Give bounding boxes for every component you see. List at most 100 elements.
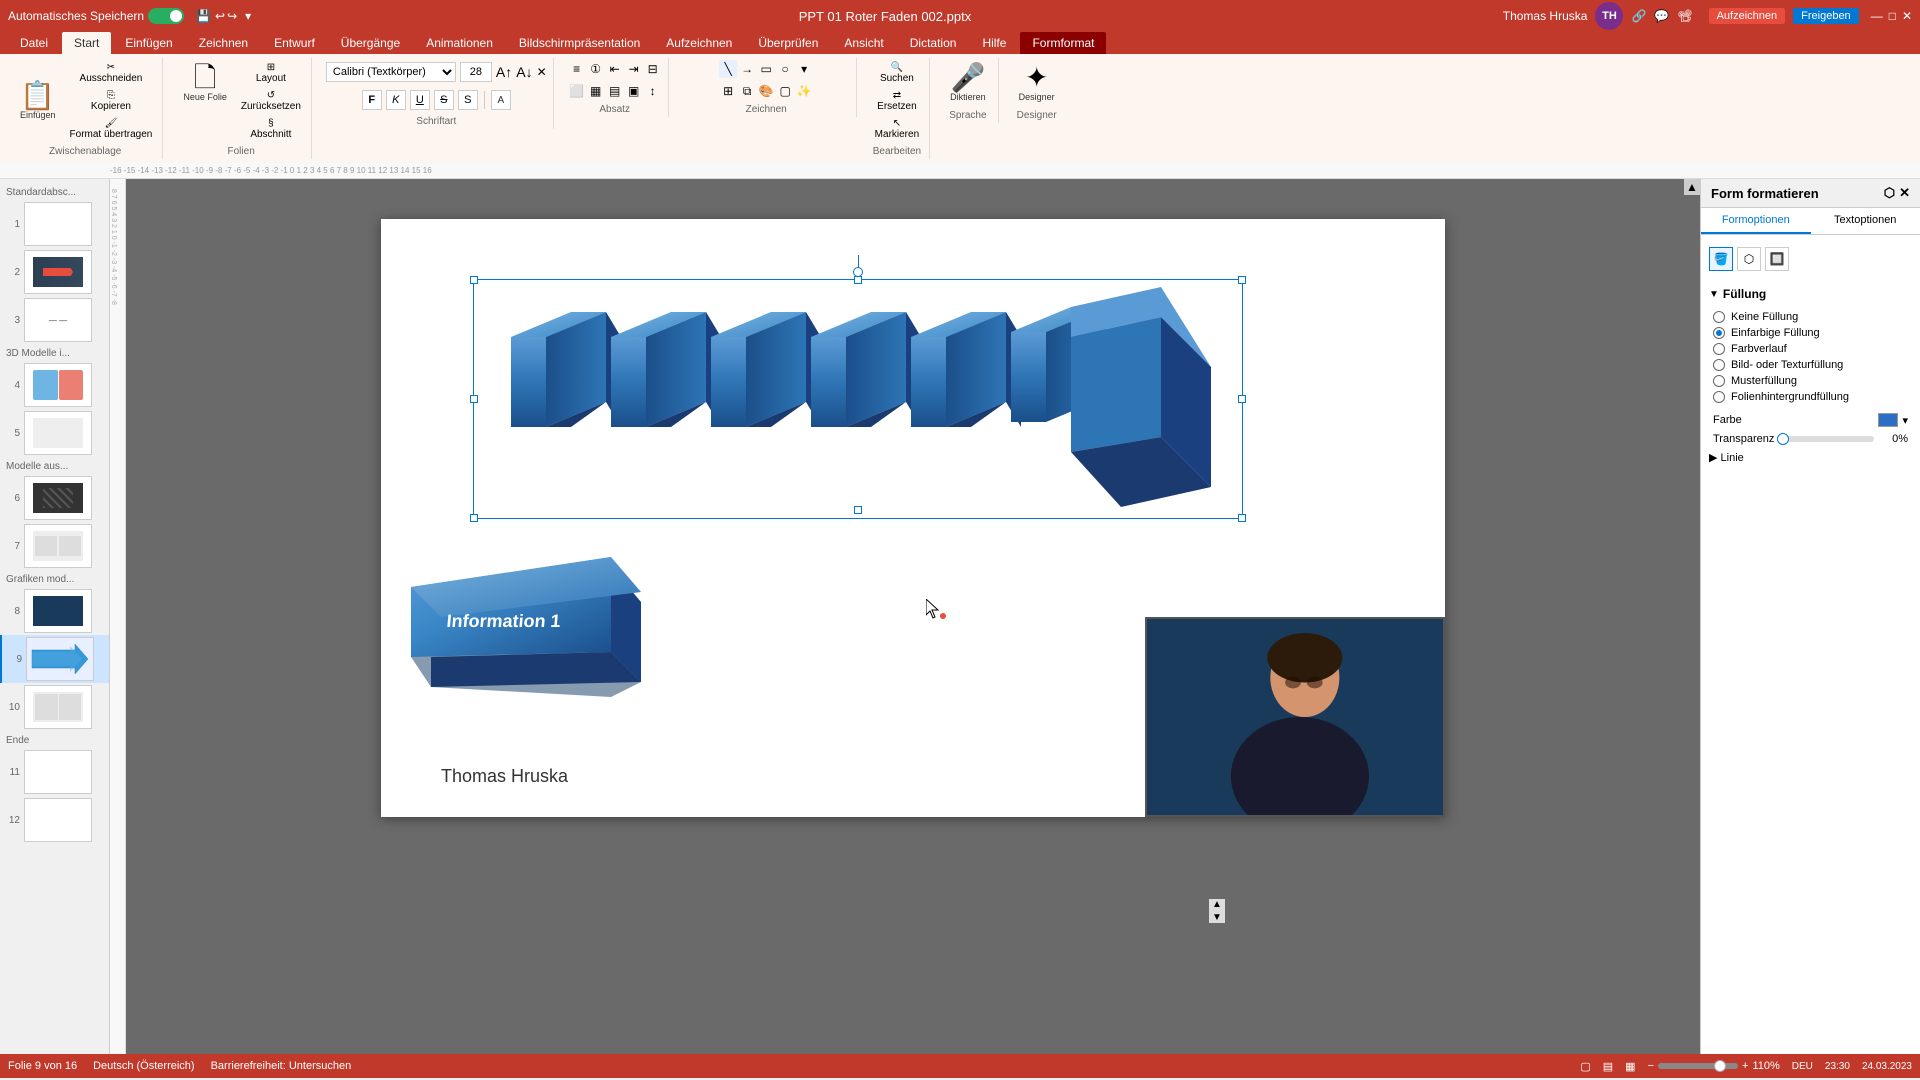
scroll-top-btn[interactable]: ▲ <box>1684 179 1700 195</box>
italic-button[interactable]: K <box>386 90 406 110</box>
draw-line-icon[interactable]: ╲ <box>719 60 737 78</box>
fill-none-option[interactable]: Keine Füllung <box>1709 309 1912 325</box>
font-size-increase[interactable]: A↑ <box>496 64 512 80</box>
justify-icon[interactable]: ▣ <box>625 82 643 100</box>
tab-dictation[interactable]: Dictation <box>898 32 969 54</box>
format-painter-button[interactable]: 🖌 Format übertragen <box>66 116 157 142</box>
line-section-header[interactable]: ▶ Linie <box>1709 447 1912 468</box>
align-right-icon[interactable]: ▤ <box>606 82 624 100</box>
save-icon[interactable]: 💾 <box>196 9 211 23</box>
tab-ansicht[interactable]: Ansicht <box>832 32 895 54</box>
decrease-indent-icon[interactable]: ⇤ <box>606 60 624 78</box>
transparency-slider[interactable] <box>1778 436 1874 442</box>
slide-item-3[interactable]: 3 — — <box>0 296 109 344</box>
align-left-icon[interactable]: ⬜ <box>568 82 586 100</box>
slide-item-1[interactable]: 1 <box>0 200 109 248</box>
fill-pattern-radio[interactable] <box>1713 375 1725 387</box>
fill-gradient-option[interactable]: Farbverlauf <box>1709 341 1912 357</box>
quick-access-more[interactable]: ▾ <box>245 9 251 23</box>
handle-bl[interactable] <box>470 514 478 522</box>
quick-styles-icon[interactable]: ⧉ <box>738 82 756 100</box>
font-color-button[interactable]: A <box>491 90 511 110</box>
clear-format-icon[interactable]: ✕ <box>537 65 547 79</box>
numbering-icon[interactable]: ① <box>587 60 605 78</box>
slide-item-11[interactable]: 11 <box>0 748 109 796</box>
record-btn[interactable]: Aufzeichnen <box>1709 8 1786 24</box>
slide-item-2[interactable]: 2 <box>0 248 109 296</box>
tab-animationen[interactable]: Animationen <box>414 32 505 54</box>
handle-tc[interactable] <box>854 276 862 284</box>
underline-button[interactable]: U <box>410 90 430 110</box>
select-button[interactable]: ↖ Markieren <box>871 116 923 142</box>
view-slide-icon[interactable]: ▦ <box>1625 1060 1635 1073</box>
search-button[interactable]: 🔍 Suchen <box>871 60 923 86</box>
tab-aufzeichnen[interactable]: Aufzeichnen <box>654 32 744 54</box>
tab-formformat[interactable]: Formformat <box>1020 32 1106 54</box>
fill-background-option[interactable]: Folienhintergrundfüllung <box>1709 389 1912 405</box>
fill-solid-radio[interactable] <box>1713 327 1725 339</box>
font-size-input[interactable] <box>460 62 492 82</box>
slide-item-5[interactable]: 5 <box>0 409 109 457</box>
fill-solid-option[interactable]: Einfarbige Füllung <box>1709 325 1912 341</box>
tab-text-options[interactable]: Textoptionen <box>1811 208 1920 234</box>
autosave-switch[interactable] <box>148 8 184 24</box>
scroll-up-btn[interactable]: ▲ <box>1212 899 1222 910</box>
slide-item-4[interactable]: 4 <box>0 361 109 409</box>
align-center-icon[interactable]: ▦ <box>587 82 605 100</box>
color-swatch[interactable] <box>1878 413 1898 427</box>
tab-datei[interactable]: Datei <box>8 32 60 54</box>
fill-picture-option[interactable]: Bild- oder Texturfüllung <box>1709 357 1912 373</box>
comments-icon[interactable]: 💬 <box>1654 9 1669 23</box>
format-panel-close-icon[interactable]: ✕ <box>1899 185 1910 201</box>
increase-indent-icon[interactable]: ⇥ <box>625 60 643 78</box>
slide-item-10[interactable]: 10 <box>0 683 109 731</box>
close-btn[interactable]: ✕ <box>1902 9 1912 23</box>
share-icon[interactable]: 🔗 <box>1631 9 1646 23</box>
fill-picture-radio[interactable] <box>1713 359 1725 371</box>
slide-item-6[interactable]: 6 <box>0 474 109 522</box>
zoom-in-icon[interactable]: + <box>1742 1060 1748 1072</box>
draw-arrow-icon[interactable]: → <box>738 60 756 78</box>
color-dropdown-icon[interactable]: ▾ <box>1902 414 1908 427</box>
rotate-handle[interactable] <box>853 255 863 277</box>
arrange-icon[interactable]: ⊞ <box>719 82 737 100</box>
section-button[interactable]: § Abschnitt <box>237 116 305 142</box>
shape-icon-outline[interactable]: ⬡ <box>1737 247 1761 271</box>
info-button-shape[interactable]: Information 1 <box>411 537 661 737</box>
handle-ml[interactable] <box>470 395 478 403</box>
shape-icon-fill[interactable]: 🪣 <box>1709 247 1733 271</box>
slide-item-12[interactable]: 12 <box>0 796 109 844</box>
fill-pattern-option[interactable]: Musterfüllung <box>1709 373 1912 389</box>
slide-item-9[interactable]: 9 <box>0 635 109 683</box>
handle-tl[interactable] <box>470 276 478 284</box>
new-slide-button[interactable]: 🗋 Neue Folie <box>177 60 233 142</box>
slide-item-8[interactable]: 8 <box>0 587 109 635</box>
shape-effects-icon[interactable]: ✨ <box>795 82 813 100</box>
fill-none-radio[interactable] <box>1713 311 1725 323</box>
draw-ellipse-icon[interactable]: ○ <box>776 60 794 78</box>
present-icon[interactable]: 📽 <box>1677 9 1692 23</box>
tab-form-options[interactable]: Formoptionen <box>1701 208 1811 234</box>
format-panel-expand-icon[interactable]: ⬡ <box>1884 185 1895 201</box>
designer-button[interactable]: ✦ Designer <box>1013 60 1061 106</box>
tab-ueberpruefen[interactable]: Überprüfen <box>746 32 830 54</box>
arrow-shape[interactable] <box>481 287 1241 517</box>
scroll-down-btn[interactable]: ▼ <box>1212 912 1222 923</box>
tab-hilfe[interactable]: Hilfe <box>970 32 1018 54</box>
redo-icon[interactable]: ↪ <box>227 9 237 23</box>
columns-icon[interactable]: ⊟ <box>644 60 662 78</box>
handle-tr[interactable] <box>1238 276 1246 284</box>
tab-einfuegen[interactable]: Einfügen <box>113 32 184 54</box>
bold-button[interactable]: F <box>362 90 382 110</box>
tab-start[interactable]: Start <box>62 32 111 54</box>
avatar[interactable]: TH <box>1595 2 1623 30</box>
tab-uebergaenge[interactable]: Übergänge <box>329 32 412 54</box>
shadow-button[interactable]: S <box>458 90 478 110</box>
minimize-btn[interactable]: — <box>1871 9 1883 23</box>
replace-button[interactable]: ⇄ Ersetzen <box>871 88 923 114</box>
autosave-toggle[interactable]: Automatisches Speichern <box>8 8 184 24</box>
zoom-slider[interactable] <box>1658 1063 1738 1069</box>
undo-icon[interactable]: ↩ <box>215 9 225 23</box>
draw-rect-icon[interactable]: ▭ <box>757 60 775 78</box>
zoom-out-icon[interactable]: − <box>1648 1060 1654 1072</box>
